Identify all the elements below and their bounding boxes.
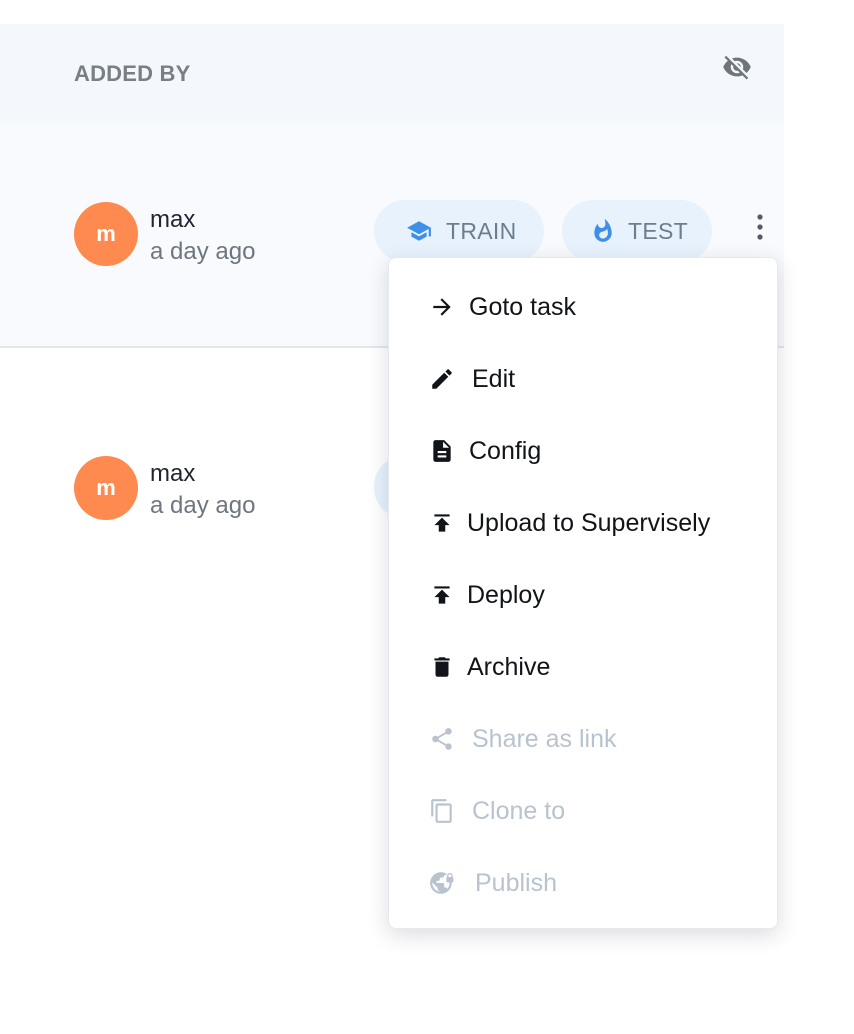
pencil-icon: [429, 366, 455, 392]
menu-item-label: Archive: [467, 652, 551, 681]
menu-item-archive[interactable]: Archive: [389, 637, 777, 697]
menu-item-label: Share as link: [472, 724, 617, 753]
menu-item-label: Publish: [475, 868, 557, 897]
flame-icon: [594, 218, 612, 242]
graduation-cap-icon: [407, 221, 431, 241]
eye-off-icon[interactable]: [720, 52, 754, 82]
menu-item-share-as-link: Share as link: [389, 709, 777, 769]
added-time: a day ago: [150, 492, 256, 519]
menu-item-upload-to-supervisely[interactable]: Upload to Supervisely: [389, 493, 777, 553]
column-title-added-by[interactable]: ADDED BY: [74, 61, 191, 87]
upload-icon: [429, 582, 455, 608]
user-name: max: [150, 460, 196, 487]
test-chip[interactable]: TEST: [562, 200, 712, 262]
menu-item-label: Clone to: [472, 796, 566, 825]
menu-item-config[interactable]: Config: [389, 421, 777, 481]
copy-icon: [429, 798, 455, 824]
upload-icon: [429, 510, 455, 536]
menu-item-deploy[interactable]: Deploy: [389, 565, 777, 625]
chip-label: TRAIN: [446, 217, 517, 244]
globe-lock-icon: [429, 870, 455, 896]
chip-label: TEST: [628, 217, 688, 244]
menu-item-publish: Publish: [389, 853, 777, 913]
share-icon: [429, 726, 455, 752]
document-icon: [429, 438, 455, 464]
menu-item-clone-to: Clone to: [389, 781, 777, 841]
menu-item-label: Deploy: [467, 580, 545, 609]
more-vert-icon[interactable]: [748, 211, 772, 243]
train-chip[interactable]: TRAIN: [374, 200, 544, 262]
menu-item-edit[interactable]: Edit: [389, 349, 777, 409]
menu-item-label: Goto task: [469, 292, 576, 321]
arrow-right-icon: [429, 294, 455, 320]
menu-item-label: Upload to Supervisely: [467, 508, 711, 537]
trash-icon: [429, 654, 455, 680]
avatar: m: [74, 456, 138, 520]
menu-item-label: Edit: [472, 364, 516, 393]
avatar: m: [74, 202, 138, 266]
context-menu: Goto task Edit Config Upload to Supervis…: [388, 257, 778, 929]
page: ADDED BY m max a day ago TRAIN TEST m ma…: [0, 0, 854, 1034]
user-name: max: [150, 206, 196, 233]
menu-item-goto-task[interactable]: Goto task: [389, 277, 777, 337]
added-time: a day ago: [150, 238, 256, 265]
menu-item-label: Config: [469, 436, 542, 465]
